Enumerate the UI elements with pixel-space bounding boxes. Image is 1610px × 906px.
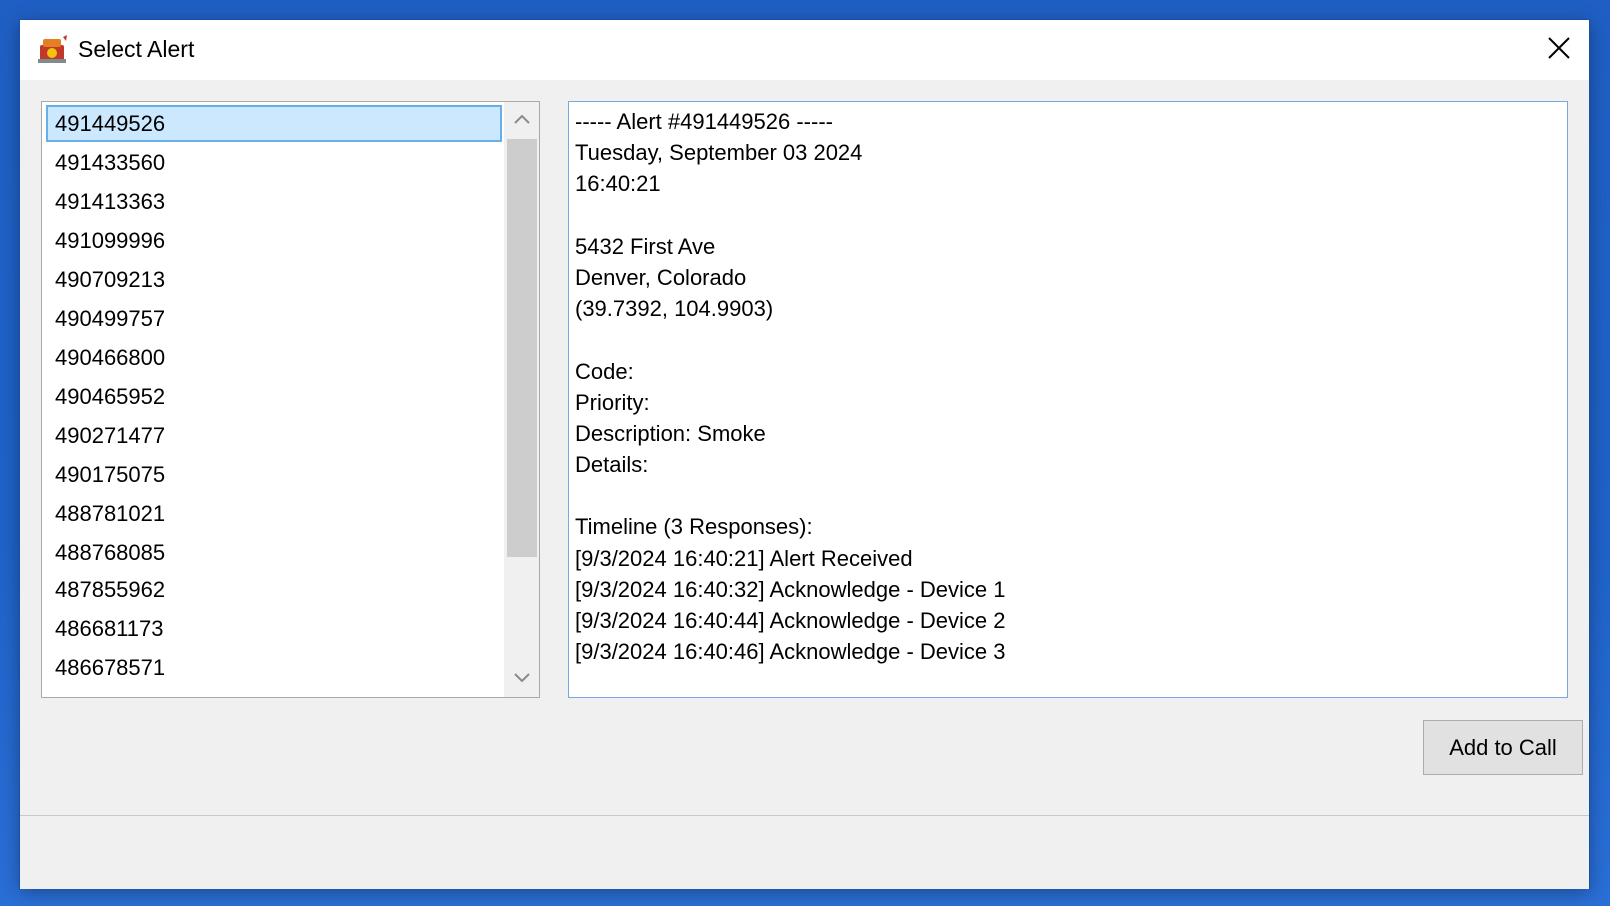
detail-line: Denver, Colorado: [575, 264, 747, 290]
list-item[interactable]: 490465952: [46, 378, 502, 415]
list-item[interactable]: 490175075: [46, 456, 502, 493]
status-bar: [20, 815, 1589, 889]
detail-line: [9/3/2024 16:40:46] Acknowledge - Device…: [575, 639, 1006, 665]
list-item[interactable]: 491413363: [46, 183, 502, 220]
chevron-down-icon: [513, 670, 530, 688]
add-to-call-button[interactable]: Add to Call: [1423, 720, 1583, 775]
list-item[interactable]: 491099996: [46, 222, 502, 259]
window-title: Select Alert: [78, 36, 195, 62]
fire-alarm-app-icon: [36, 33, 70, 67]
detail-line: Timeline (3 Responses):: [575, 514, 813, 540]
close-button[interactable]: [1529, 20, 1589, 80]
detail-line: [9/3/2024 16:40:32] Acknowledge - Device…: [575, 576, 1006, 602]
title-bar: Select Alert: [20, 20, 1589, 80]
alert-listbox[interactable]: 491449526 491433560 491413363 491099996 4907…: [41, 101, 540, 698]
scroll-up-button[interactable]: [504, 102, 539, 138]
detail-line: Description: Smoke: [575, 420, 766, 446]
list-item[interactable]: 488781021: [46, 495, 502, 532]
alert-list-items: 491449526 491433560 491413363 491099996 4907…: [42, 102, 504, 697]
list-item[interactable]: 490499757: [46, 300, 502, 337]
detail-line: [9/3/2024 16:40:44] Acknowledge - Device…: [575, 608, 1006, 633]
detail-line: (39.7392, 104.9903): [575, 296, 774, 322]
select-alert-dialog: Select Alert 491449526 491433560 491413363…: [20, 20, 1589, 889]
list-item[interactable]: 491449526: [46, 105, 502, 142]
list-item[interactable]: 490466800: [46, 339, 502, 376]
chevron-up-icon: [513, 111, 530, 129]
detail-line: Priority:: [575, 389, 650, 415]
list-item[interactable]: 490271477: [46, 417, 502, 454]
scroll-down-button[interactable]: [504, 661, 539, 697]
detail-line: Code:: [575, 358, 634, 384]
list-item[interactable]: 490709213: [46, 261, 502, 298]
list-item[interactable]: 488768085: [46, 534, 502, 571]
alert-details-textbox[interactable]: ----- Alert #491449526 ----- Tuesday, Sep…: [568, 101, 1568, 698]
list-item[interactable]: 486681173: [46, 610, 502, 647]
list-item[interactable]: 486678571: [46, 649, 502, 686]
detail-line: 5432 First Ave: [575, 233, 716, 259]
detail-line: [575, 324, 1561, 355]
detail-line: ----- Alert #491449526 -----: [575, 109, 833, 134]
detail-line: Tuesday, September 03 2024: [575, 140, 863, 166]
list-scrollbar[interactable]: [504, 102, 539, 697]
detail-line: [575, 480, 1561, 511]
detail-line: [9/3/2024 16:40:21] Alert Received: [575, 545, 913, 571]
detail-line: 16:40:21: [575, 171, 661, 197]
list-item[interactable]: 487855962: [46, 571, 502, 608]
detail-line: [575, 200, 1561, 231]
close-icon: [1547, 36, 1571, 65]
detail-line: Details:: [575, 452, 649, 478]
list-item[interactable]: 491433560: [46, 144, 502, 181]
scroll-thumb[interactable]: [507, 139, 537, 557]
